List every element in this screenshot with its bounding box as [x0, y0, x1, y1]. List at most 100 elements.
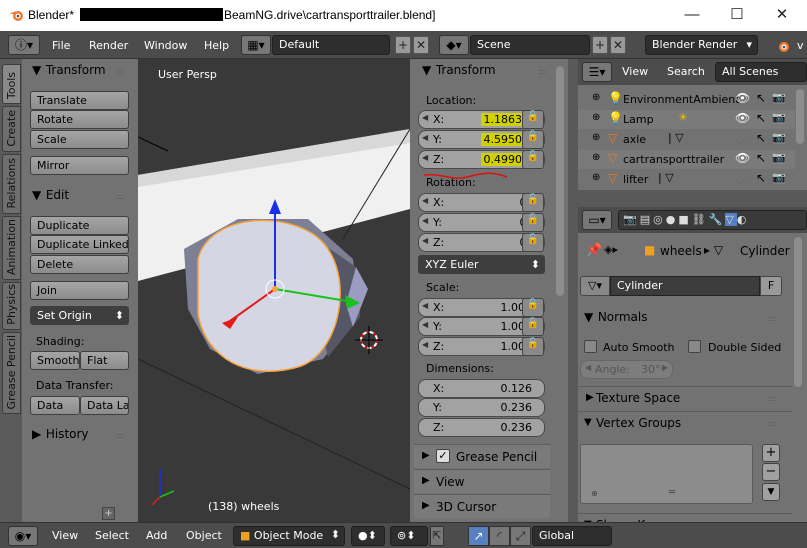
- vertex-group-specials-button[interactable]: ▼: [762, 483, 780, 501]
- transform-panel-header[interactable]: ▼ Transform: [32, 63, 106, 77]
- history-panel-header[interactable]: ▶ History: [32, 427, 89, 441]
- interaction-mode-dropdown[interactable]: ■ Object Mode ⬍: [233, 526, 345, 546]
- outliner-row-lamp[interactable]: ⊕ 💡 Lamp ☀ 👁 ↖ 📷: [578, 110, 795, 129]
- tab-tools[interactable]: Tools: [2, 64, 21, 104]
- viewport-shading-dropdown[interactable]: ●⬍: [351, 526, 385, 546]
- render-camera-icon[interactable]: 📷: [772, 91, 786, 104]
- outliner-row-lifter[interactable]: ⊕ ▽ lifter | ▽ ◡ ↖ 📷: [578, 170, 795, 189]
- lock-rotation-y-icon[interactable]: 🔓: [522, 213, 544, 232]
- material-tab-icon[interactable]: ◐: [737, 213, 750, 226]
- smooth-shading-button[interactable]: Smooth: [30, 351, 80, 370]
- view-panel-header[interactable]: ▶ View: [414, 469, 550, 493]
- render-camera-icon[interactable]: 📷: [772, 131, 786, 144]
- scale-button[interactable]: Scale: [30, 130, 129, 149]
- expand-plus-icon[interactable]: ⊕: [592, 152, 600, 163]
- tab-relations[interactable]: Relations: [2, 154, 21, 214]
- lock-location-y-icon[interactable]: 🔓: [522, 130, 544, 149]
- expand-plus-icon[interactable]: ⊕: [592, 132, 600, 143]
- mesh-name-field[interactable]: Cylinder: [610, 276, 760, 296]
- set-origin-dropdown[interactable]: Set Origin ⬍: [30, 306, 129, 325]
- 3d-cursor-panel-header[interactable]: ▶ 3D Cursor: [414, 494, 550, 518]
- editor-type-properties-button[interactable]: ▭▾: [582, 210, 612, 230]
- lock-scale-x-icon[interactable]: 🔓: [522, 298, 544, 317]
- outliner-view-menu[interactable]: View: [622, 65, 648, 78]
- scene-field[interactable]: Scene: [470, 35, 590, 55]
- dimensions-z-field[interactable]: Z: 0.236: [418, 418, 545, 437]
- render-layers-tab-icon[interactable]: ▤: [640, 213, 653, 226]
- lock-rotation-z-icon[interactable]: 🔓: [522, 233, 544, 252]
- expand-plus-icon[interactable]: ⊕: [592, 172, 600, 183]
- grease-pencil-panel-header[interactable]: ▶ ✓ Grease Pencil: [414, 444, 550, 468]
- object-menu[interactable]: Object: [186, 529, 222, 542]
- lock-scale-y-icon[interactable]: 🔓: [522, 317, 544, 336]
- vertex-groups-panel-header[interactable]: ▼ Vertex Groups ::::: [578, 411, 792, 433]
- minimize-button[interactable]: —: [672, 2, 712, 28]
- add-menu[interactable]: Add: [146, 529, 167, 542]
- expand-plus-icon[interactable]: ⊕: [592, 92, 600, 103]
- fake-user-button[interactable]: F: [760, 276, 782, 296]
- select-cursor-icon[interactable]: ↖: [756, 91, 766, 105]
- properties-context-tabs[interactable]: 📷▤◎●■⛓🔧▽◐: [618, 210, 807, 230]
- shelf-expand-plus-icon[interactable]: +: [102, 507, 115, 520]
- outliner-filter-dropdown[interactable]: All Scenes: [715, 62, 807, 82]
- remove-scene-button[interactable]: ✕: [610, 36, 626, 54]
- constraints-tab-icon[interactable]: ⛓: [692, 213, 709, 226]
- panel-grip-icon[interactable]: ::::: [538, 67, 550, 76]
- close-button[interactable]: ✕: [762, 2, 802, 28]
- mirror-button[interactable]: Mirror: [30, 156, 129, 175]
- normals-panel-header[interactable]: ▼ Normals: [584, 310, 648, 324]
- rotate-manipulator-icon[interactable]: ◜: [489, 526, 510, 546]
- outliner-row-axle[interactable]: ⊕ ▽ axle | ▽ ◡ ↖ 📷: [578, 130, 795, 149]
- n-panel-scrollbar[interactable]: [556, 66, 564, 296]
- outliner-row-environmentambient[interactable]: ⊕ 💡 EnvironmentAmbient 👁 ↖ 📷: [578, 90, 795, 109]
- list-resize-grip-icon[interactable]: ═: [669, 487, 675, 498]
- properties-scrollbar[interactable]: [794, 237, 802, 387]
- delete-button[interactable]: Delete: [30, 255, 129, 274]
- transform-orientation-dropdown[interactable]: Global: [532, 526, 612, 546]
- panel-grip-icon[interactable]: ::::: [768, 419, 780, 428]
- lock-scale-z-icon[interactable]: 🔓: [522, 337, 544, 356]
- panel-grip-icon[interactable]: ::::: [116, 192, 128, 201]
- screen-layout-browse-button[interactable]: ▦▾: [241, 35, 271, 55]
- rotation-mode-dropdown[interactable]: XYZ Euler ⬍: [418, 255, 545, 274]
- dimensions-y-field[interactable]: Y: 0.236: [418, 398, 545, 417]
- 3d-viewport[interactable]: User Persp (138) wheels: [138, 59, 410, 522]
- duplicate-linked-button[interactable]: Duplicate Linked: [30, 235, 129, 254]
- viewport-scene[interactable]: [138, 59, 410, 522]
- maximize-button[interactable]: ☐: [717, 2, 757, 28]
- outliner-search-menu[interactable]: Search: [667, 65, 705, 78]
- translate-manipulator-icon[interactable]: ↗: [468, 526, 489, 546]
- panel-grip-icon[interactable]: ::::: [116, 67, 128, 76]
- translate-button[interactable]: Translate: [30, 91, 129, 110]
- render-engine-dropdown[interactable]: Blender Render ▾: [645, 35, 758, 55]
- join-button[interactable]: Join: [30, 281, 129, 300]
- view-menu[interactable]: View: [52, 529, 78, 542]
- duplicate-button[interactable]: Duplicate: [30, 216, 129, 235]
- render-tab-icon[interactable]: 📷: [623, 213, 640, 226]
- render-camera-icon[interactable]: 📷: [772, 111, 786, 124]
- double-sided-checkbox[interactable]: [688, 340, 701, 353]
- menu-render[interactable]: Render: [89, 39, 128, 52]
- expand-plus-icon[interactable]: ⊕: [592, 112, 600, 123]
- visibility-eye-icon[interactable]: ◡: [735, 131, 745, 145]
- auto-smooth-checkbox[interactable]: [584, 340, 597, 353]
- remove-screen-button[interactable]: ✕: [413, 36, 429, 54]
- select-cursor-icon[interactable]: ↖: [756, 131, 766, 145]
- pivot-point-dropdown[interactable]: ⊚⬍: [390, 526, 428, 546]
- mesh-browse-button[interactable]: ▽▾: [580, 276, 610, 296]
- list-filter-icon[interactable]: ⊕: [591, 489, 598, 498]
- pin-icon[interactable]: 📌: [586, 243, 602, 258]
- edit-panel-header[interactable]: ▼ Edit: [32, 188, 69, 202]
- tab-animation[interactable]: Animation: [2, 216, 21, 280]
- select-cursor-icon[interactable]: ↖: [756, 111, 766, 125]
- n-transform-panel-header[interactable]: ▼ Transform: [422, 63, 496, 77]
- add-screen-button[interactable]: +: [395, 36, 411, 54]
- mesh-data-tab-icon[interactable]: ▽: [725, 213, 737, 226]
- visibility-eye-icon[interactable]: ◡: [735, 171, 745, 185]
- tab-physics[interactable]: Physics: [2, 282, 21, 330]
- modifiers-tab-icon[interactable]: 🔧: [709, 213, 726, 226]
- area-divider[interactable]: [568, 59, 578, 522]
- data-transfer-button[interactable]: Data: [30, 396, 80, 415]
- screen-layout-field[interactable]: Default: [272, 35, 390, 55]
- select-menu[interactable]: Select: [95, 529, 129, 542]
